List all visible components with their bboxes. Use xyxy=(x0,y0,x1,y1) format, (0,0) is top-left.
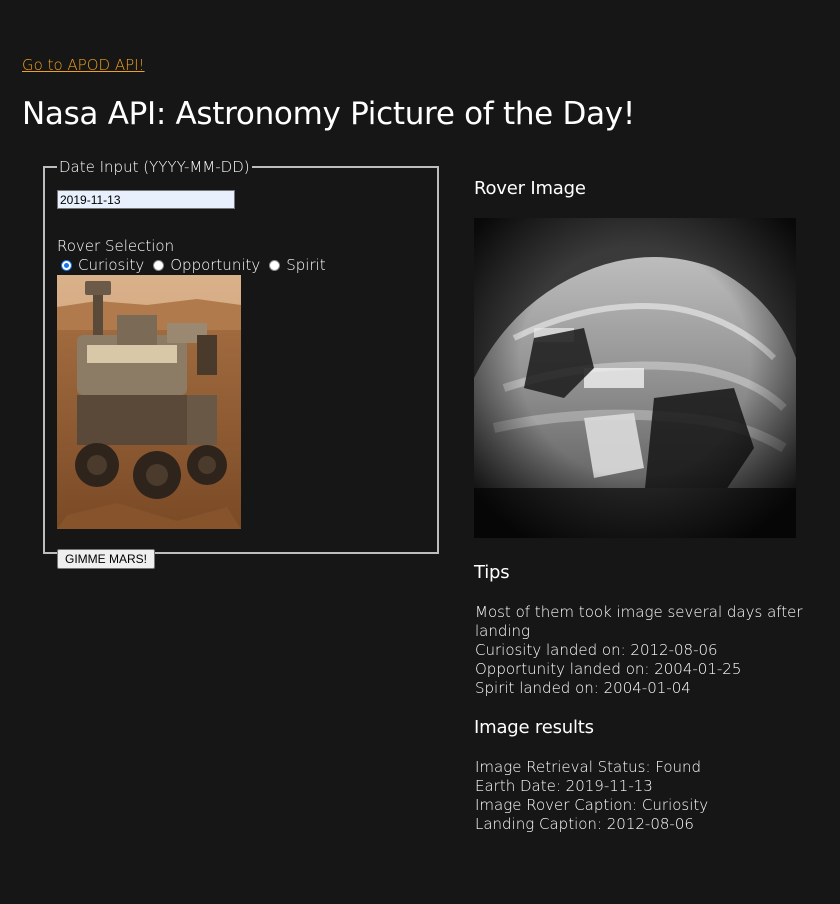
page-title: Nasa API: Astronomy Picture of the Day! xyxy=(22,96,635,132)
tips-line: Curiosity landed on: 2012-08-06 xyxy=(475,641,718,659)
tips-line: Spirit landed on: 2004-01-04 xyxy=(475,679,691,697)
radio-button-spirit[interactable] xyxy=(269,259,281,271)
gimme-mars-button[interactable]: GIMME MARS! xyxy=(57,549,156,569)
tips-line: Most of them took image several days aft… xyxy=(475,603,803,640)
radio-button-opportunity[interactable] xyxy=(153,259,165,271)
tips-heading: Tips xyxy=(474,562,510,583)
radio-label-curiosity: Curiosity xyxy=(78,256,145,274)
date-input-legend: Date Input (YYYY-MM-DD) xyxy=(59,158,250,176)
date-input[interactable] xyxy=(57,190,235,209)
apod-link[interactable]: Go to APOD API! xyxy=(22,56,145,74)
result-status: Image Retrieval Status: Found xyxy=(475,758,702,776)
radio-label-opportunity: Opportunity xyxy=(170,256,261,274)
curiosity-rover-photo xyxy=(57,275,241,529)
image-results-heading: Image results xyxy=(474,717,594,738)
result-landing-caption: Landing Caption: 2012-08-06 xyxy=(475,815,694,833)
rover-image xyxy=(474,218,796,538)
tips-line: Opportunity landed on: 2004-01-25 xyxy=(475,660,742,678)
rover-form: Date Input (YYYY-MM-DD) Rover Selection … xyxy=(43,158,439,569)
radio-label-spirit: Spirit xyxy=(286,256,326,274)
image-results-text: Image Retrieval Status: Found Earth Date… xyxy=(475,758,825,834)
rover-selection-label: Rover Selection xyxy=(57,237,175,255)
radio-spirit[interactable]: Spirit xyxy=(269,256,326,274)
tips-text: Most of them took image several days aft… xyxy=(475,603,825,698)
radio-curiosity[interactable]: Curiosity xyxy=(61,256,144,274)
rover-image-heading: Rover Image xyxy=(474,178,586,199)
radio-button-curiosity[interactable] xyxy=(61,259,72,271)
radio-opportunity[interactable]: Opportunity xyxy=(153,256,260,274)
result-rover-caption: Image Rover Caption: Curiosity xyxy=(475,796,709,814)
result-earth-date: Earth Date: 2019-11-13 xyxy=(475,777,653,795)
rover-radio-group: Curiosity Opportunity Spirit xyxy=(61,256,335,274)
